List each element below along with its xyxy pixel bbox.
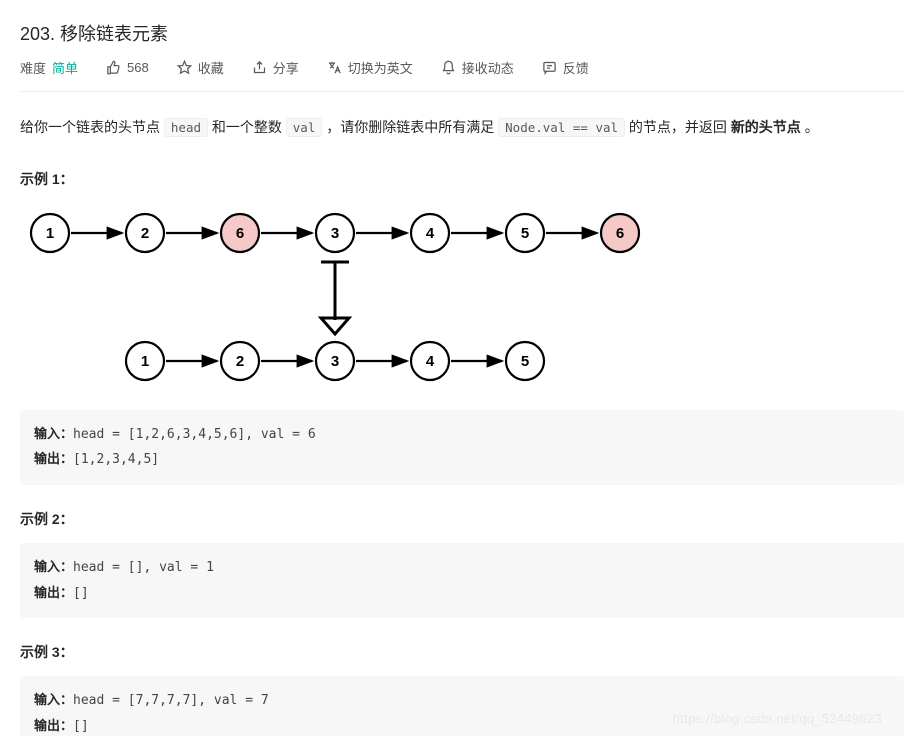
feedback-icon <box>542 60 557 75</box>
problem-description: 给你一个链表的头节点 head 和一个整数 val ，请你删除链表中所有满足 N… <box>20 114 904 141</box>
code-expr: Node.val == val <box>498 118 625 137</box>
output-label: 输出： <box>34 451 73 466</box>
switch-lang-button[interactable]: 切换为英文 <box>327 58 413 77</box>
input-label: 输入： <box>34 559 73 574</box>
translate-icon <box>327 60 342 75</box>
desc-text: 给你一个链表的头节点 <box>20 119 164 135</box>
svg-text:2: 2 <box>141 225 149 242</box>
share-label: 分享 <box>273 58 299 77</box>
example-2-block: 输入：head = [], val = 1 输出：[] <box>20 543 904 618</box>
notify-button[interactable]: 接收动态 <box>441 58 514 77</box>
input-label: 输入： <box>34 692 73 707</box>
meta-bar: 难度 简单 568 收藏 分享 切换为英文 接收动态 反馈 <box>20 58 904 92</box>
favorite-button[interactable]: 收藏 <box>177 58 224 77</box>
share-button[interactable]: 分享 <box>252 58 299 77</box>
desc-bold: 新的头节点 <box>731 119 801 135</box>
feedback-button[interactable]: 反馈 <box>542 58 589 77</box>
example-1-block: 输入：head = [1,2,6,3,4,5,6], val = 6 输出：[1… <box>20 410 904 485</box>
desc-text: 。 <box>801 119 819 135</box>
code-head: head <box>164 118 208 137</box>
example-3-block: 输入：head = [7,7,7,7], val = 7 输出：[] <box>20 676 904 736</box>
svg-text:4: 4 <box>426 225 435 242</box>
thumbs-up-icon <box>106 60 121 75</box>
output-value: [1,2,3,4,5] <box>73 452 159 467</box>
svg-text:5: 5 <box>521 225 529 242</box>
star-icon <box>177 60 192 75</box>
share-icon <box>252 60 267 75</box>
svg-text:5: 5 <box>521 353 529 370</box>
notify-label: 接收动态 <box>462 58 514 77</box>
input-value: head = [7,7,7,7], val = 7 <box>73 693 269 708</box>
example-1-label: 示例 1： <box>20 169 904 189</box>
svg-text:2: 2 <box>236 353 244 370</box>
svg-text:3: 3 <box>331 225 339 242</box>
desc-text: 的节点，并返回 <box>625 119 731 135</box>
svg-text:1: 1 <box>46 225 54 242</box>
output-value: [] <box>73 586 89 601</box>
output-value: [] <box>73 719 89 734</box>
switch-lang-label: 切换为英文 <box>348 58 413 77</box>
example-3-label: 示例 3： <box>20 642 904 662</box>
desc-text: ，请你删除链表中所有满足 <box>322 119 498 135</box>
difficulty-value: 简单 <box>52 58 78 77</box>
svg-text:6: 6 <box>616 225 624 242</box>
code-val: val <box>286 118 323 137</box>
input-value: head = [1,2,6,3,4,5,6], val = 6 <box>73 427 316 442</box>
linked-list-diagram: 1 2 6 3 4 5 6 1 2 3 4 5 <box>20 203 904 396</box>
like-button[interactable]: 568 <box>106 60 149 75</box>
difficulty: 难度 简单 <box>20 58 78 77</box>
difficulty-label: 难度 <box>20 58 46 77</box>
input-value: head = [], val = 1 <box>73 560 214 575</box>
favorite-label: 收藏 <box>198 58 224 77</box>
like-count: 568 <box>127 60 149 75</box>
bell-icon <box>441 60 456 75</box>
svg-text:6: 6 <box>236 225 244 242</box>
svg-text:3: 3 <box>331 353 339 370</box>
example-2-label: 示例 2： <box>20 509 904 529</box>
input-label: 输入： <box>34 426 73 441</box>
feedback-label: 反馈 <box>563 58 589 77</box>
problem-title: 203. 移除链表元素 <box>20 20 904 46</box>
output-label: 输出： <box>34 585 73 600</box>
svg-text:1: 1 <box>141 353 149 370</box>
desc-text: 和一个整数 <box>208 119 286 135</box>
output-label: 输出： <box>34 718 73 733</box>
svg-text:4: 4 <box>426 353 435 370</box>
